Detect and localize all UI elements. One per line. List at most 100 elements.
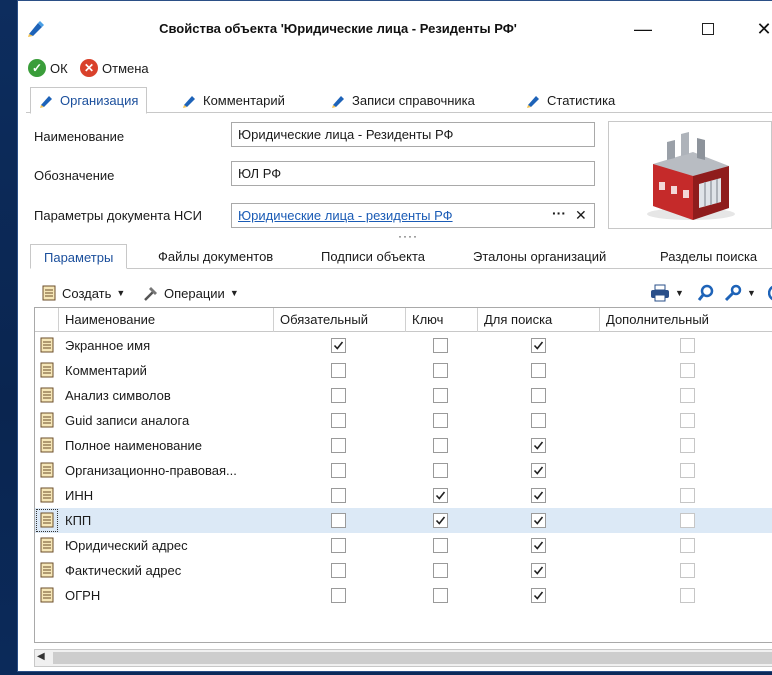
checkbox-required[interactable] — [331, 338, 346, 353]
checkbox-key[interactable] — [433, 438, 448, 453]
checkbox-search[interactable] — [531, 588, 546, 603]
column-header-additional[interactable]: Дополнительный — [600, 308, 772, 332]
table-row[interactable]: КПП — [35, 508, 772, 533]
parameter-name-cell[interactable]: Анализ символов — [65, 383, 171, 408]
tab-organization[interactable]: Организация — [30, 87, 148, 114]
parameter-name-cell[interactable]: Экранное имя — [65, 333, 150, 358]
table-row[interactable]: Организационно-правовая... — [35, 458, 772, 483]
tab-object-signatures[interactable]: Подписи объекта — [321, 244, 425, 269]
browse-button[interactable]: ··· — [552, 205, 566, 221]
checkbox-extra[interactable] — [680, 438, 695, 453]
checkbox-required[interactable] — [331, 438, 346, 453]
checkbox-required[interactable] — [331, 588, 346, 603]
print-button[interactable]: ▼ — [650, 283, 684, 303]
tab-search-sections[interactable]: Разделы поиска — [660, 244, 757, 269]
ok-button[interactable]: ✓ ОК — [28, 57, 68, 79]
title-bar[interactable]: Свойства объекта 'Юридические лица - Рез… — [18, 1, 772, 49]
checkbox-extra[interactable] — [680, 488, 695, 503]
column-header-required[interactable]: Обязательный — [274, 308, 406, 332]
column-header-name[interactable]: Наименование — [59, 308, 274, 332]
table-row[interactable]: Фактический адрес — [35, 558, 772, 583]
checkbox-extra[interactable] — [680, 413, 695, 428]
parameter-name-cell[interactable]: Организационно-правовая... — [65, 458, 237, 483]
parameter-name-cell[interactable]: ИНН — [65, 483, 93, 508]
designation-field[interactable]: ЮЛ РФ — [231, 161, 595, 186]
checkbox-required[interactable] — [331, 413, 346, 428]
checkbox-required[interactable] — [331, 363, 346, 378]
checkbox-search[interactable] — [531, 338, 546, 353]
table-row[interactable]: Анализ символов — [35, 383, 772, 408]
checkbox-extra[interactable] — [680, 463, 695, 478]
column-header-search[interactable]: Для поиска — [478, 308, 600, 332]
checkbox-search[interactable] — [531, 388, 546, 403]
checkbox-required[interactable] — [331, 538, 346, 553]
tab-directory-records[interactable]: Записи справочника — [331, 87, 475, 114]
checkbox-extra[interactable] — [680, 538, 695, 553]
checkbox-extra[interactable] — [680, 513, 695, 528]
checkbox-extra[interactable] — [680, 563, 695, 578]
scrollbar-thumb[interactable] — [53, 652, 772, 664]
checkbox-required[interactable] — [331, 388, 346, 403]
table-row[interactable]: Экранное имя — [35, 333, 772, 358]
cancel-button[interactable]: ✕ Отмена — [80, 57, 149, 79]
checkbox-key[interactable] — [433, 338, 448, 353]
checkbox-extra[interactable] — [680, 588, 695, 603]
table-row[interactable]: Guid записи аналога — [35, 408, 772, 433]
table-row[interactable]: Комментарий — [35, 358, 772, 383]
operations-button[interactable]: Операции ▼ — [142, 283, 239, 303]
nsi-params-link[interactable]: Юридические лица - резиденты РФ — [238, 208, 453, 223]
checkbox-search[interactable] — [531, 513, 546, 528]
tab-parameters[interactable]: Параметры — [30, 244, 128, 269]
create-button[interactable]: Создать ▼ — [40, 283, 125, 303]
scroll-left-arrow-icon[interactable]: ◀ — [37, 651, 45, 662]
parameter-name-cell[interactable]: Полное наименование — [65, 433, 202, 458]
checkbox-required[interactable] — [331, 488, 346, 503]
close-button[interactable]: ✕ — [744, 15, 772, 43]
checkbox-key[interactable] — [433, 513, 448, 528]
parameter-name-cell[interactable]: Фактический адрес — [65, 558, 181, 583]
parameter-name-cell[interactable]: ОГРН — [65, 583, 100, 608]
table-row[interactable]: ИНН — [35, 483, 772, 508]
search-button[interactable] — [697, 283, 715, 303]
settings-button[interactable]: ▼ — [724, 283, 756, 303]
clear-button[interactable]: ✕ — [575, 207, 587, 224]
parameter-name-cell[interactable]: Юридический адрес — [65, 533, 188, 558]
checkbox-key[interactable] — [433, 588, 448, 603]
name-field[interactable]: Юридические лица - Резиденты РФ — [231, 122, 595, 147]
parameter-name-cell[interactable]: КПП — [65, 508, 91, 533]
column-header-key[interactable]: Ключ — [406, 308, 478, 332]
horizontal-scrollbar[interactable]: ◀ — [34, 649, 772, 667]
checkbox-search[interactable] — [531, 488, 546, 503]
minimize-button[interactable]: — — [623, 15, 663, 43]
checkbox-key[interactable] — [433, 488, 448, 503]
parameter-name-cell[interactable]: Guid записи аналога — [65, 408, 189, 433]
refresh-button[interactable] — [768, 283, 772, 303]
checkbox-search[interactable] — [531, 563, 546, 578]
checkbox-key[interactable] — [433, 363, 448, 378]
table-row[interactable]: Юридический адрес — [35, 533, 772, 558]
checkbox-key[interactable] — [433, 413, 448, 428]
tab-comment[interactable]: Комментарий — [182, 87, 285, 114]
checkbox-key[interactable] — [433, 538, 448, 553]
checkbox-search[interactable] — [531, 363, 546, 378]
checkbox-required[interactable] — [331, 463, 346, 478]
checkbox-search[interactable] — [531, 413, 546, 428]
table-row[interactable]: ОГРН — [35, 583, 772, 608]
checkbox-key[interactable] — [433, 388, 448, 403]
checkbox-extra[interactable] — [680, 338, 695, 353]
checkbox-required[interactable] — [331, 513, 346, 528]
checkbox-search[interactable] — [531, 538, 546, 553]
checkbox-extra[interactable] — [680, 363, 695, 378]
tab-organization-standards[interactable]: Эталоны организаций — [473, 244, 606, 269]
tab-document-files[interactable]: Файлы документов — [158, 244, 273, 269]
table-row[interactable]: Полное наименование — [35, 433, 772, 458]
parameter-name-cell[interactable]: Комментарий — [65, 358, 147, 383]
checkbox-required[interactable] — [331, 563, 346, 578]
checkbox-search[interactable] — [531, 463, 546, 478]
checkbox-search[interactable] — [531, 438, 546, 453]
checkbox-key[interactable] — [433, 463, 448, 478]
checkbox-key[interactable] — [433, 563, 448, 578]
nsi-params-field[interactable]: Юридические лица - резиденты РФ ··· ✕ — [231, 203, 595, 228]
tab-statistics[interactable]: Статистика — [526, 87, 615, 114]
checkbox-extra[interactable] — [680, 388, 695, 403]
